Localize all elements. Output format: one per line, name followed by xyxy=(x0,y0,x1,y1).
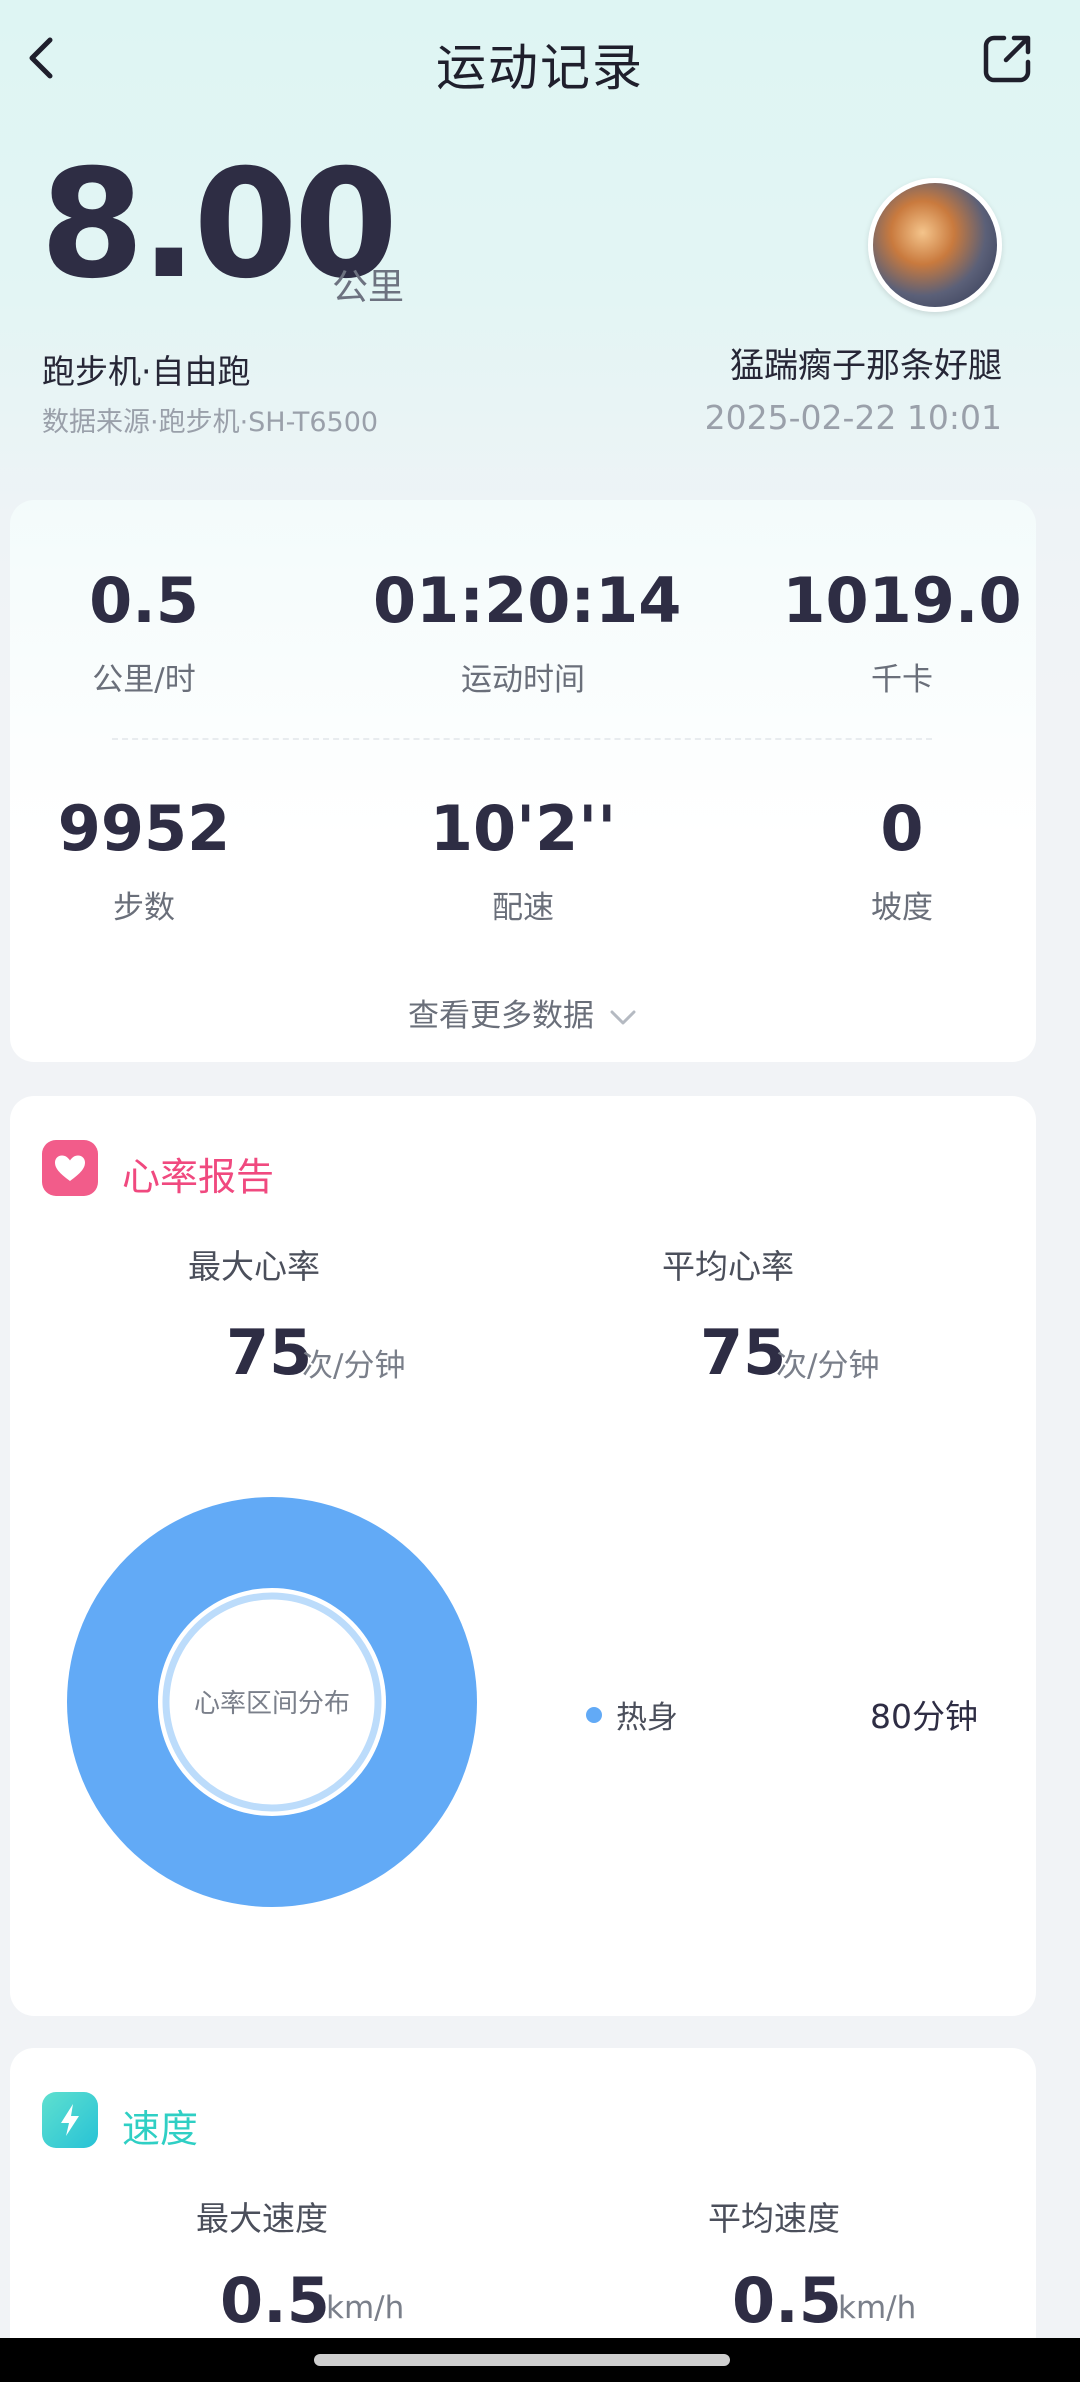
max-hr-value: 75 xyxy=(226,1316,313,1389)
stat-value: 0 xyxy=(880,792,924,865)
lightning-icon xyxy=(42,2092,98,2148)
heart-rate-card: 心率报告 最大心率 75 次/分钟 平均心率 75 次/分钟 心率区间分布 热身… xyxy=(10,1096,1036,2016)
heart-rate-zone-donut: 心率区间分布 xyxy=(67,1497,477,1907)
max-speed-unit: km/h xyxy=(326,2290,405,2326)
avatar[interactable] xyxy=(868,178,1002,312)
stat-calories: 1019.0 千卡 xyxy=(752,570,1052,699)
speed-card: 速度 最大速度 0.5 km/h 平均速度 0.5 km/h xyxy=(10,2048,1036,2382)
page-title: 运动记录 xyxy=(436,39,644,97)
max-hr-label: 最大心率 xyxy=(188,1247,320,1286)
max-speed-label: 最大速度 xyxy=(196,2199,328,2238)
share-icon xyxy=(983,35,1031,83)
stat-label: 步数 xyxy=(113,890,175,926)
share-button[interactable] xyxy=(978,28,1038,88)
heart-icon xyxy=(42,1140,98,1196)
stat-label: 千卡 xyxy=(871,662,933,698)
stat-pace: 10'2'' 配速 xyxy=(373,798,673,927)
chevron-down-icon xyxy=(608,1000,638,1036)
stat-label: 公里/时 xyxy=(92,662,196,698)
legend-zone-value: 80分钟 xyxy=(870,1697,978,1736)
home-indicator[interactable] xyxy=(314,2354,730,2366)
stat-duration: 01:20:14 运动时间 xyxy=(373,564,682,699)
avg-speed-value: 0.5 xyxy=(732,2264,842,2337)
data-source: 数据来源·跑步机·SH-T6500 xyxy=(42,407,379,438)
legend-dot xyxy=(586,1707,602,1723)
legend-zone-label: 热身 xyxy=(616,1700,678,1736)
view-more-button[interactable]: 查看更多数据 xyxy=(10,990,1036,1036)
donut-center-label: 心率区间分布 xyxy=(194,1689,350,1719)
avg-hr-value: 75 xyxy=(700,1316,787,1389)
max-hr-unit: 次/分钟 xyxy=(302,1348,406,1384)
stat-incline: 0 坡度 xyxy=(752,798,1052,927)
workout-record-screen: 运动记录 8.00 公里 跑步机·自由跑 数据来源·跑步机·SH-T6500 猛… xyxy=(0,0,1080,2382)
max-speed-value: 0.5 xyxy=(220,2264,330,2337)
workout-datetime: 2025-02-22 10:01 xyxy=(704,398,1002,437)
stat-label: 坡度 xyxy=(871,890,933,926)
stat-steps: 9952 步数 xyxy=(0,798,294,927)
avg-speed-label: 平均速度 xyxy=(708,2199,840,2238)
nav-bar: 运动记录 xyxy=(0,0,1080,120)
stat-value: 01:20:14 xyxy=(373,564,682,637)
heart-rate-title: 心率报告 xyxy=(122,1155,275,1199)
username: 猛踹瘸子那条好腿 xyxy=(730,346,1002,386)
stat-label: 运动时间 xyxy=(461,662,585,698)
avg-hr-label: 平均心率 xyxy=(662,1247,794,1286)
activity-type: 跑步机·自由跑 xyxy=(42,352,251,391)
view-more-label: 查看更多数据 xyxy=(408,998,594,1034)
avg-speed-unit: km/h xyxy=(838,2290,917,2326)
speed-title: 速度 xyxy=(122,2107,199,2151)
stat-speed: 0.5 公里/时 xyxy=(0,570,294,699)
stat-value: 10'2'' xyxy=(429,792,617,865)
stat-value: 0.5 xyxy=(89,564,199,637)
distance-unit: 公里 xyxy=(332,267,405,308)
avg-hr-unit: 次/分钟 xyxy=(776,1348,880,1384)
stats-divider xyxy=(112,738,932,740)
stats-card: 0.5 公里/时 01:20:14 运动时间 1019.0 千卡 9952 步数… xyxy=(10,500,1036,1062)
stat-label: 配速 xyxy=(492,890,554,926)
stat-value: 9952 xyxy=(57,792,231,865)
stat-value: 1019.0 xyxy=(782,564,1022,637)
